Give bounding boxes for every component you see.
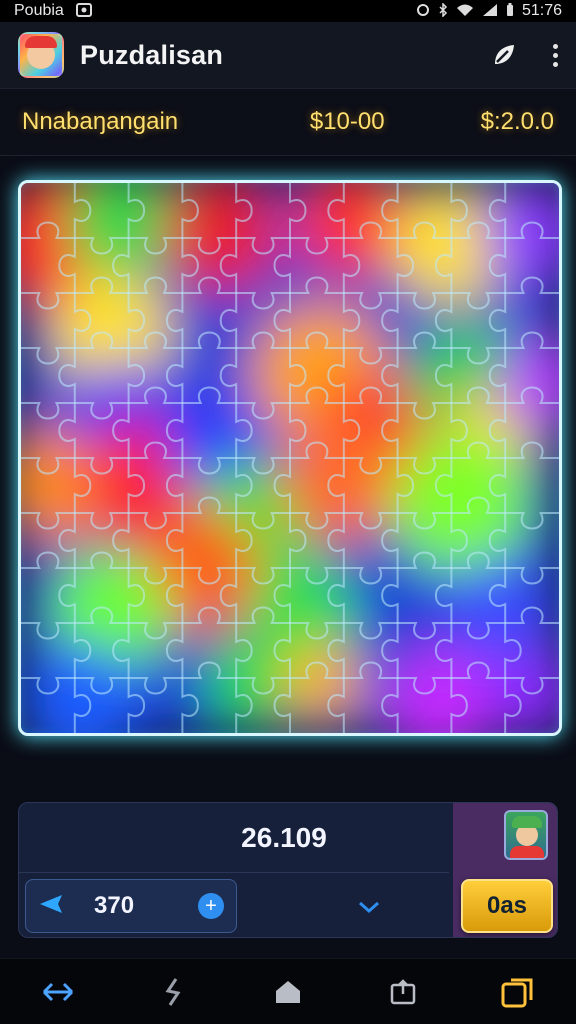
app-title: Puzdalisan <box>80 39 224 70</box>
leaf-icon[interactable] <box>491 42 517 68</box>
status-bar: Poubia 51:76 <box>0 0 576 22</box>
battery-icon <box>506 2 514 20</box>
player-side: 0as <box>453 803 557 937</box>
puzzle-grid[interactable] <box>21 183 559 733</box>
info-bar: Nnabaŋangain $10-00 $:2.0.0 <box>0 88 576 156</box>
info-label: Nnabaŋangain <box>22 108 179 135</box>
share-icon[interactable] <box>381 970 425 1014</box>
image-icon <box>75 2 92 20</box>
move-counter[interactable]: 370 + <box>25 879 237 933</box>
wifi-icon <box>456 3 474 20</box>
app-logo[interactable] <box>18 32 64 78</box>
more-vert-icon[interactable] <box>553 43 558 67</box>
home-icon[interactable] <box>266 970 310 1014</box>
puzzle-board[interactable] <box>18 180 562 736</box>
navigation-bar <box>0 958 576 1024</box>
score-area: 26.109 <box>19 803 449 873</box>
go-button[interactable]: 0as <box>461 879 553 933</box>
plus-icon[interactable]: + <box>198 893 224 919</box>
control-panel: 26.109 370 + 0as <box>18 802 558 938</box>
score-value: 26.109 <box>241 821 327 853</box>
chevron-down-icon[interactable] <box>355 897 383 917</box>
info-value-primary: $10-00 <box>309 108 385 135</box>
recent-apps-icon[interactable] <box>496 970 540 1014</box>
counter-value: 370 <box>94 892 135 919</box>
carrier-label: Poubia <box>14 2 64 19</box>
avatar[interactable] <box>504 810 548 860</box>
alarm-icon <box>416 3 430 20</box>
back-arrow-icon[interactable] <box>36 970 80 1014</box>
info-value-secondary: $:2.0.0 <box>480 108 554 135</box>
signal-icon <box>482 3 498 20</box>
app-bar: Puzdalisan <box>0 22 576 88</box>
bluetooth-icon <box>438 1 448 20</box>
hook-icon[interactable] <box>151 970 195 1014</box>
back-triangle-icon[interactable] <box>38 893 64 920</box>
clock-text: 51:76 <box>521 2 562 19</box>
